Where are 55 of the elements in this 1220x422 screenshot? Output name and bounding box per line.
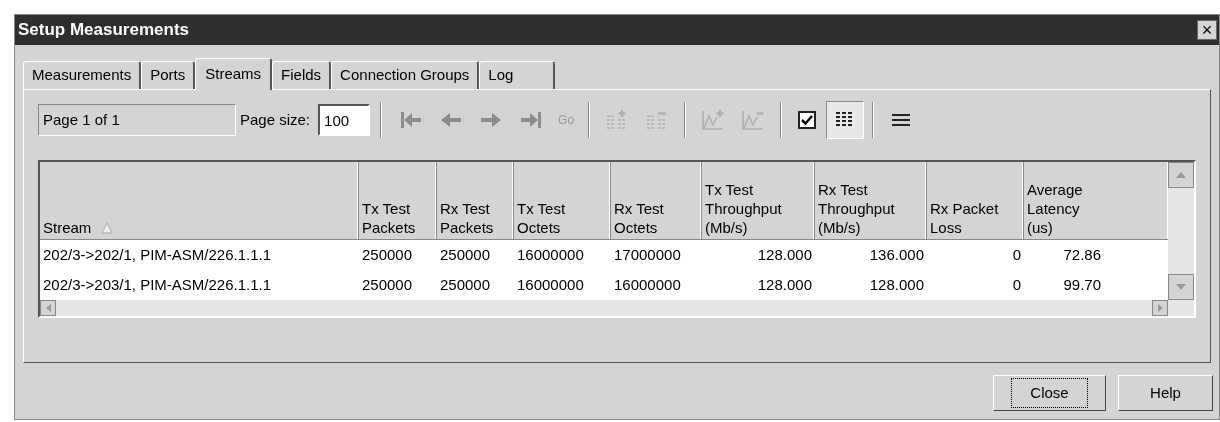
table-cell-text: 136.000 [868, 244, 925, 265]
table-cell-text: 202/3->203/1, PIM-ASM/226.1.1.1 [42, 274, 273, 295]
right-arrow-icon [1157, 304, 1163, 312]
check-icon [801, 115, 814, 125]
tab[interactable]: Streams [195, 58, 273, 90]
column-header[interactable]: Rx Packet Loss [927, 162, 1024, 239]
scroll-left-button[interactable] [40, 300, 56, 316]
window-title: Setup Measurements [18, 19, 189, 42]
table-cell-text: 0 [1011, 244, 1022, 265]
table-cell-text: 202/3->202/1, PIM-ASM/226.1.1.1 [42, 244, 273, 265]
tab[interactable]: Connection Groups [331, 61, 480, 89]
dialog-button[interactable]: Close [993, 375, 1106, 411]
checkbox[interactable] [798, 111, 817, 129]
toolbar-button[interactable] [826, 101, 865, 139]
column-header[interactable]: Average Latency (us) [1024, 162, 1168, 239]
table-cell-text: 72.86 [1062, 244, 1102, 265]
scroll-right-button[interactable] [1152, 300, 1168, 316]
tab[interactable]: Ports [141, 61, 196, 89]
column-header[interactable]: Rx Test Octets [611, 162, 702, 239]
table-cell-text: 16000000 [516, 274, 585, 295]
tab[interactable]: Log [479, 61, 556, 89]
page-size-label: Page size: [240, 109, 311, 130]
table-cell-text: 17000000 [613, 244, 682, 265]
tab[interactable]: Fields [272, 61, 332, 89]
scroll-up-button[interactable] [1168, 162, 1194, 188]
table-cell-text: 250000 [439, 274, 492, 295]
close-button[interactable]: × [1197, 20, 1217, 40]
column-header[interactable]: Tx Test Octets [514, 162, 611, 239]
page-size-field[interactable]: 100 [318, 104, 371, 136]
up-arrow-icon [1176, 172, 1186, 178]
table-cell-text: 99.70 [1062, 274, 1102, 295]
column-header[interactable]: Tx Test Throughput (Mb/s) [702, 162, 815, 239]
table-cell-text: 16000000 [613, 274, 682, 295]
column-header[interactable]: Rx Test Packets [437, 162, 514, 239]
column-header[interactable]: Tx Test Packets [359, 162, 437, 239]
dialog-button[interactable]: Help [1118, 375, 1213, 411]
scroll-down-button[interactable] [1168, 274, 1194, 300]
vertical-scrollbar[interactable] [1168, 162, 1194, 316]
table-cell-text: 250000 [439, 244, 492, 265]
table-cell-text: 128.000 [756, 244, 813, 265]
remove-chart-icon [741, 108, 766, 132]
horizontal-scrollbar[interactable] [40, 300, 1168, 316]
down-arrow-icon [1176, 284, 1186, 290]
tab[interactable]: Measurements [23, 61, 142, 89]
table-cell-text: 0 [1011, 274, 1022, 295]
table-cell-text: 250000 [361, 274, 414, 295]
table-cell-text: 16000000 [516, 244, 585, 265]
page-indicator: Page 1 of 1 [38, 104, 236, 136]
add-chart-icon [701, 108, 726, 132]
column-header[interactable]: Stream [40, 162, 359, 239]
table-cell-text: 250000 [361, 244, 414, 265]
left-arrow-icon [45, 304, 51, 312]
table-cell-text: 128.000 [756, 274, 813, 295]
table-cell-text: 128.000 [868, 274, 925, 295]
column-header[interactable]: Rx Test Throughput (Mb/s) [815, 162, 927, 239]
